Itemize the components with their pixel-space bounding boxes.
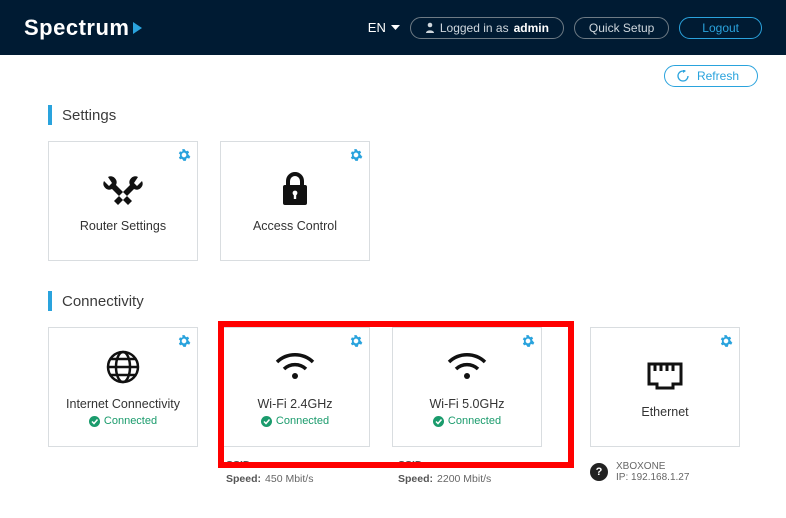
check-icon bbox=[433, 416, 444, 427]
settings-section-title: Settings bbox=[48, 105, 744, 125]
gear-icon[interactable] bbox=[719, 334, 733, 348]
toolbar: Refresh bbox=[0, 55, 786, 87]
user-icon bbox=[425, 22, 435, 33]
settings-title-text: Settings bbox=[62, 107, 116, 124]
tools-icon bbox=[102, 169, 144, 209]
router-settings-label: Router Settings bbox=[80, 219, 166, 233]
wifi-24-ssid-label: SSID: bbox=[226, 459, 254, 471]
logged-in-pill: Logged in as admin bbox=[410, 17, 564, 39]
ethernet-device-info: ? XBOXONE IP: 192.168.1.27 bbox=[590, 461, 689, 483]
refresh-icon bbox=[677, 70, 689, 82]
gear-icon[interactable] bbox=[177, 334, 191, 348]
wifi-24-details: SSID: Speed: 450 Mbit/s bbox=[220, 459, 370, 487]
refresh-button[interactable]: Refresh bbox=[664, 65, 758, 87]
wifi-50-speed-label: Speed: bbox=[398, 473, 433, 485]
section-bar-icon bbox=[48, 291, 52, 311]
language-selector[interactable]: EN bbox=[368, 20, 400, 35]
ethernet-device-name: XBOXONE bbox=[616, 461, 689, 472]
wifi-icon bbox=[447, 347, 487, 387]
wifi-24-speed-label: Speed: bbox=[226, 473, 261, 485]
help-icon[interactable]: ? bbox=[590, 463, 608, 481]
check-icon bbox=[261, 416, 272, 427]
logged-in-prefix: Logged in as bbox=[440, 21, 509, 35]
logout-button[interactable]: Logout bbox=[679, 17, 762, 39]
connectivity-title-text: Connectivity bbox=[62, 293, 144, 310]
access-control-card[interactable]: Access Control bbox=[220, 141, 370, 261]
wifi-24-label: Wi-Fi 2.4GHz bbox=[258, 397, 333, 411]
globe-icon bbox=[105, 347, 141, 387]
lock-icon bbox=[280, 169, 310, 209]
wifi-24-speed-value: 450 Mbit/s bbox=[265, 473, 313, 485]
gear-icon[interactable] bbox=[349, 148, 363, 162]
wifi-50-details: SSID: Speed: 2200 Mbit/s bbox=[392, 459, 542, 487]
wifi-24-status-text: Connected bbox=[276, 415, 329, 427]
ethernet-ip-label: IP: bbox=[616, 472, 628, 483]
wifi-50-speed-value: 2200 Mbit/s bbox=[437, 473, 491, 485]
gear-icon[interactable] bbox=[521, 334, 535, 348]
ethernet-card[interactable]: Ethernet bbox=[590, 327, 740, 447]
wifi-24-status: Connected bbox=[261, 415, 329, 427]
ethernet-label: Ethernet bbox=[641, 405, 688, 419]
check-icon bbox=[89, 416, 100, 427]
wifi-24-card[interactable]: Wi-Fi 2.4GHz Connected bbox=[220, 327, 370, 447]
wifi-50-card[interactable]: Wi-Fi 5.0GHz Connected bbox=[392, 327, 542, 447]
quick-setup-button[interactable]: Quick Setup bbox=[574, 17, 669, 39]
internet-status: Connected bbox=[89, 415, 157, 427]
language-label: EN bbox=[368, 20, 386, 35]
connectivity-cards-row: Internet Connectivity Connected Wi-Fi 2.… bbox=[48, 327, 744, 447]
router-settings-card[interactable]: Router Settings bbox=[48, 141, 198, 261]
logged-in-user: admin bbox=[514, 21, 549, 35]
wifi-50-ssid-label: SSID: bbox=[398, 459, 426, 471]
chevron-down-icon bbox=[391, 25, 400, 31]
wifi-50-label: Wi-Fi 5.0GHz bbox=[430, 397, 505, 411]
quick-setup-label: Quick Setup bbox=[589, 21, 654, 35]
app-header: Spectrum EN Logged in as admin Quick Set… bbox=[0, 0, 786, 55]
logo-arrow-icon bbox=[133, 22, 142, 34]
access-control-label: Access Control bbox=[253, 219, 337, 233]
internet-status-text: Connected bbox=[104, 415, 157, 427]
section-bar-icon bbox=[48, 105, 52, 125]
gear-icon[interactable] bbox=[349, 334, 363, 348]
logo: Spectrum bbox=[24, 15, 142, 41]
internet-connectivity-card[interactable]: Internet Connectivity Connected bbox=[48, 327, 198, 447]
refresh-label: Refresh bbox=[697, 69, 739, 83]
wifi-50-status-text: Connected bbox=[448, 415, 501, 427]
internet-connectivity-label: Internet Connectivity bbox=[66, 397, 180, 411]
logout-label: Logout bbox=[702, 21, 739, 35]
wifi-50-status: Connected bbox=[433, 415, 501, 427]
ethernet-icon bbox=[645, 355, 685, 395]
logo-text: Spectrum bbox=[24, 15, 129, 41]
connectivity-section-title: Connectivity bbox=[48, 291, 744, 311]
gear-icon[interactable] bbox=[177, 148, 191, 162]
wifi-icon bbox=[275, 347, 315, 387]
ethernet-ip-value: 192.168.1.27 bbox=[631, 472, 689, 483]
